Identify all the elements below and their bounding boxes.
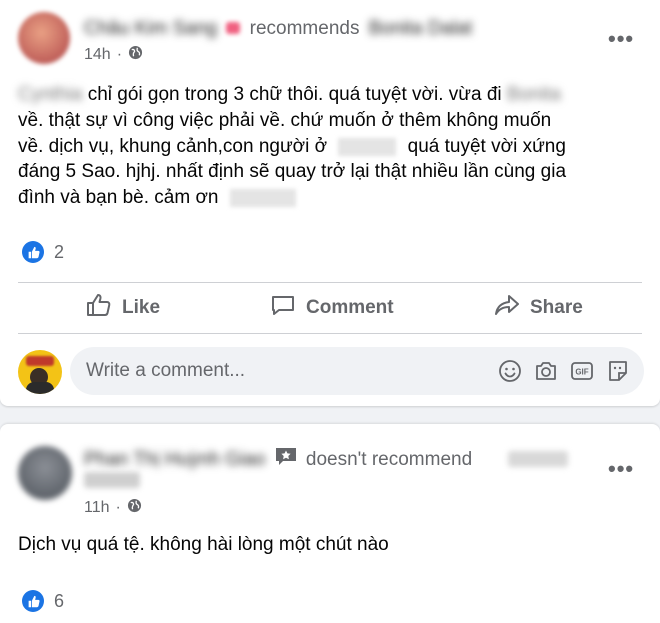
globe-icon bbox=[128, 45, 143, 65]
redacted-text bbox=[338, 137, 397, 156]
comment-button[interactable]: Comment bbox=[270, 288, 394, 328]
recommends-label: recommends bbox=[249, 18, 360, 39]
gif-icon[interactable]: GIF bbox=[570, 359, 594, 383]
post-time[interactable]: 11h bbox=[84, 499, 110, 517]
post-body-line: về. thật sự vì công việc phải về. chứ mu… bbox=[18, 110, 552, 131]
post-body: Dịch vụ quá tệ. không hài lòng một chút … bbox=[18, 534, 389, 555]
comment-placeholder: Write a comment... bbox=[86, 360, 246, 381]
post-body-line: về. dịch vụ, khung cảnh,con người ở quá … bbox=[18, 136, 566, 157]
post-body-line: Cynthia chỉ gói gọn trong 3 chữ thôi. qu… bbox=[18, 84, 561, 105]
post-card: Phan Thị Huỳnh Giao doesn't recommend 11… bbox=[0, 424, 660, 623]
page-name-blurred[interactable] bbox=[508, 451, 568, 467]
recommend-badge-icon bbox=[275, 447, 297, 473]
comment-icon bbox=[270, 293, 296, 323]
divider bbox=[18, 282, 642, 283]
author-badge bbox=[226, 22, 241, 34]
post-card: Châu Kim Sang recommends Bonita Dalat 14… bbox=[0, 0, 660, 406]
post-body-line: đình và bạn bè. cảm ơn bbox=[18, 187, 296, 209]
like-button[interactable]: Like bbox=[86, 288, 160, 328]
reaction-summary[interactable]: 6 bbox=[22, 590, 64, 612]
more-icon[interactable]: ••• bbox=[608, 26, 634, 52]
author-name[interactable]: Châu Kim Sang bbox=[84, 18, 217, 40]
author-name[interactable]: Phan Thị Huỳnh Giao bbox=[84, 449, 265, 471]
author-avatar[interactable] bbox=[18, 446, 72, 500]
reaction-count: 2 bbox=[54, 241, 65, 262]
post-header: Châu Kim Sang recommends Bonita Dalat bbox=[84, 18, 472, 40]
svg-text:GIF: GIF bbox=[575, 368, 588, 377]
emoji-icon[interactable] bbox=[498, 359, 522, 383]
like-reaction-icon bbox=[22, 241, 44, 263]
page-name[interactable]: Bonita Dalat bbox=[369, 18, 473, 40]
post-body-line: đáng 5 Sao. hjhj. nhất định sẽ quay trở … bbox=[18, 161, 567, 182]
comment-input[interactable]: Write a comment... GIF bbox=[70, 347, 644, 395]
share-button[interactable]: Share bbox=[494, 288, 583, 328]
recommend-label: doesn't recommend bbox=[305, 449, 473, 471]
author-avatar[interactable] bbox=[18, 12, 70, 64]
share-icon bbox=[494, 293, 520, 323]
reaction-count: 6 bbox=[54, 590, 65, 611]
divider bbox=[18, 333, 642, 334]
post-meta: 14h · bbox=[84, 45, 143, 65]
globe-icon bbox=[127, 498, 142, 518]
page-name-blurred[interactable] bbox=[84, 472, 140, 488]
post-header: Phan Thị Huỳnh Giao doesn't recommend bbox=[84, 447, 472, 473]
post-meta: 11h · bbox=[84, 498, 142, 518]
reaction-summary[interactable]: 2 bbox=[22, 241, 64, 263]
thumbs-up-icon bbox=[86, 293, 112, 323]
camera-icon[interactable] bbox=[534, 359, 558, 383]
sticker-icon[interactable] bbox=[606, 359, 630, 383]
user-avatar[interactable] bbox=[18, 350, 62, 394]
post-time[interactable]: 14h bbox=[84, 46, 111, 64]
redacted-text bbox=[229, 188, 296, 207]
like-reaction-icon bbox=[22, 590, 44, 612]
more-icon[interactable]: ••• bbox=[608, 456, 634, 482]
